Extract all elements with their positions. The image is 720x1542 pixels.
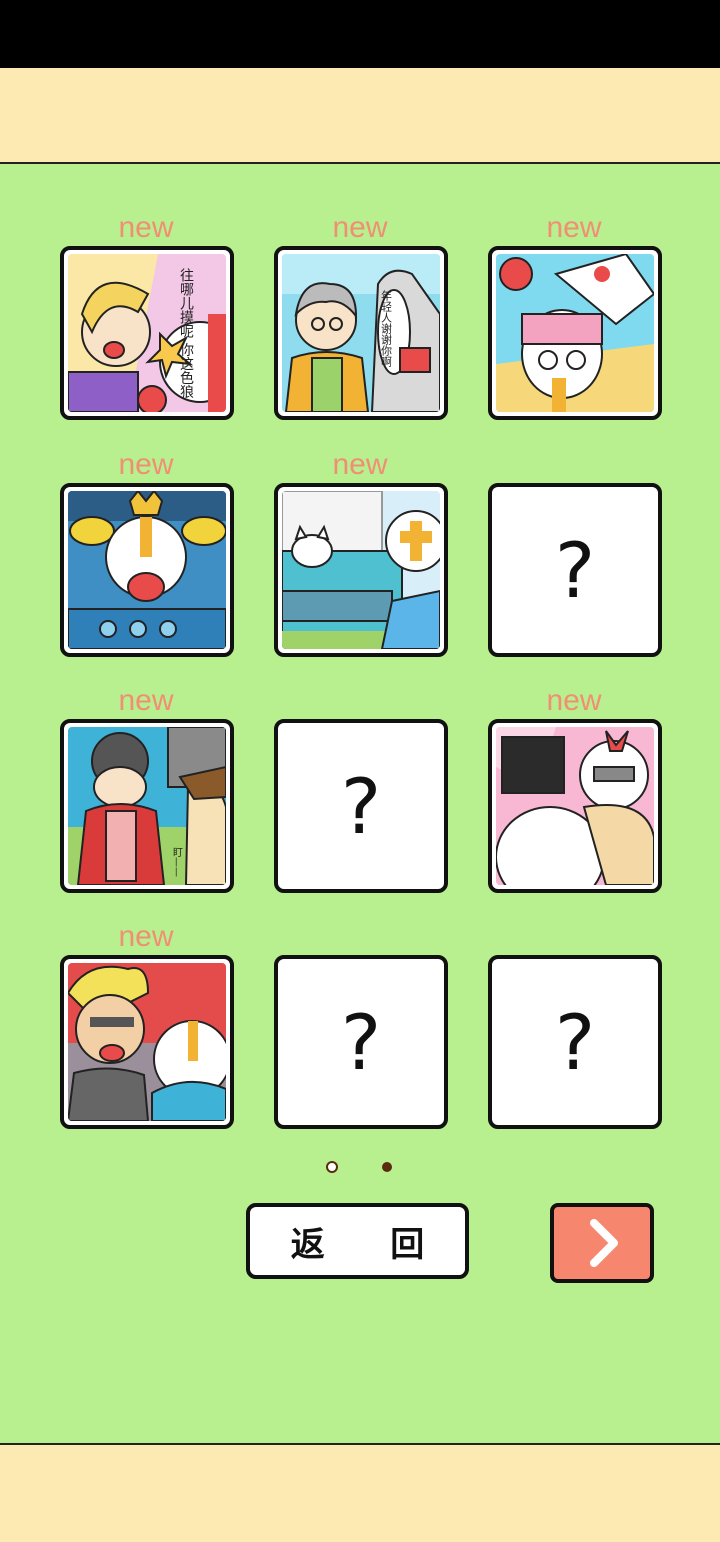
comic-thumbnail [68,963,226,1121]
locked-question-mark: ? [340,761,382,851]
comic-thumbnail: 盯—— [68,727,226,885]
gallery-card-3[interactable] [488,246,662,420]
comic-thumbnail: 年轻人谢谢你啊 [282,254,440,412]
new-tag: new [118,920,174,953]
locked-question-mark: ? [554,525,596,615]
comic-thumbnail [282,491,440,649]
gallery-card-12-locked[interactable]: ? [488,955,662,1129]
gallery-card-5[interactable] [274,483,448,657]
new-tag: new [332,211,388,244]
back-button[interactable]: 返 回 [246,1203,469,1279]
comic-thumbnail: 往哪儿摸呢 你这色狼 [68,254,226,412]
gallery-card-6-locked[interactable]: ? [488,483,662,657]
header-band [0,68,720,164]
new-tag: new [546,211,602,244]
new-tag: new [332,448,388,481]
new-tag: new [118,211,174,244]
gallery-card-7[interactable]: 盯—— [60,719,234,893]
speech-text: 盯—— [171,847,183,877]
new-tag: new [118,684,174,717]
gallery-card-10[interactable] [60,955,234,1129]
locked-question-mark: ? [554,997,596,1087]
locked-question-mark: ? [340,997,382,1087]
comic-thumbnail [68,491,226,649]
new-tag: new [118,448,174,481]
chevron-right-icon [590,1219,618,1267]
comic-thumbnail [496,727,654,885]
page-dot-1[interactable] [326,1161,338,1173]
speech-text: 年轻人谢谢你啊 [380,289,393,368]
gallery-card-2[interactable]: 年轻人谢谢你啊 [274,246,448,420]
footer-band [0,1443,720,1542]
comic-thumbnail [496,254,654,412]
gallery-card-1[interactable]: 往哪儿摸呢 你这色狼 [60,246,234,420]
gallery-card-9[interactable] [488,719,662,893]
next-page-button[interactable] [550,1203,654,1283]
gallery-card-11-locked[interactable]: ? [274,955,448,1129]
speech-text: 往哪儿摸呢 你这色狼 [178,268,194,400]
gallery-card-8-locked[interactable]: ? [274,719,448,893]
gallery-card-4[interactable] [60,483,234,657]
status-bar [0,0,720,68]
page-dot-2-active[interactable] [382,1162,392,1172]
new-tag: new [546,684,602,717]
